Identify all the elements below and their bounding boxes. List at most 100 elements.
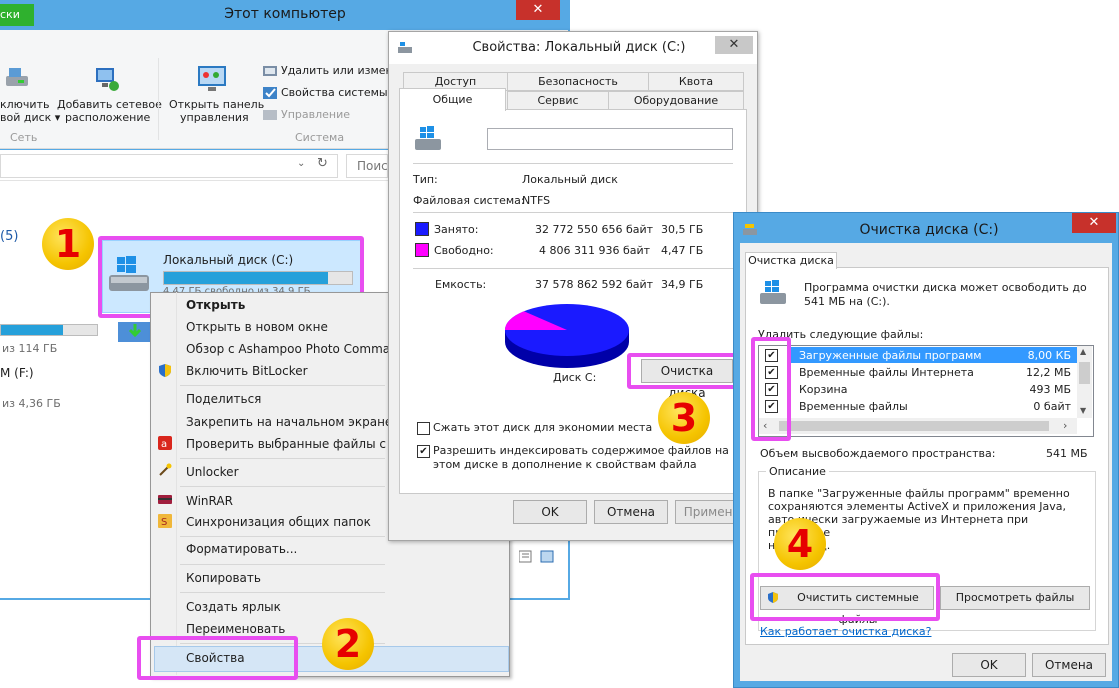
help-link[interactable]: Как работает очистка диска? bbox=[760, 625, 932, 638]
menu-item-winrar[interactable]: WinRAR bbox=[186, 494, 233, 508]
system-properties-icon bbox=[263, 87, 277, 99]
scroll-right-icon[interactable]: › bbox=[1063, 419, 1067, 432]
file-name[interactable]: Загруженные файлы программ bbox=[799, 349, 982, 362]
refresh-icon[interactable]: ↻ bbox=[317, 156, 328, 171]
control-panel-icon bbox=[198, 66, 226, 91]
uninstall-label[interactable]: Удалить или измени bbox=[281, 64, 400, 77]
properties-ok-button[interactable]: OK bbox=[513, 500, 587, 524]
menu-item-create-shortcut[interactable]: Создать ярлык bbox=[186, 600, 281, 614]
open-panel-label-2[interactable]: управления bbox=[180, 111, 249, 124]
free-gb: 4,47 ГБ bbox=[661, 244, 704, 257]
menu-item-ashampoo[interactable]: Обзор с Ashampoo Photo Command bbox=[186, 342, 405, 356]
menu-item-rename[interactable]: Переименовать bbox=[186, 622, 285, 636]
highlight-clean-system-files bbox=[750, 573, 940, 621]
index-checkbox[interactable]: ✔ bbox=[417, 445, 430, 458]
disk-label: Диск C: bbox=[553, 371, 597, 384]
connect-drive-label-2[interactable]: вой диск ▾ bbox=[0, 111, 60, 124]
menu-item-open-new-window[interactable]: Открыть в новом окне bbox=[186, 320, 328, 334]
download-drive-icon bbox=[118, 322, 152, 342]
menu-item-copy[interactable]: Копировать bbox=[186, 571, 261, 585]
explorer-titlebar: ски Этот компьютер ✕ bbox=[0, 0, 570, 30]
used-gb: 30,5 ГБ bbox=[661, 223, 704, 236]
cleanup-intro: Программа очистки диска может освободить… bbox=[804, 281, 1087, 308]
windows-drive-icon bbox=[760, 280, 786, 304]
cleanup-title: Очистка диска (C:) bbox=[859, 222, 999, 238]
menu-item-open[interactable]: Открыть bbox=[186, 298, 245, 312]
group-system-label: Система bbox=[295, 131, 345, 144]
vertical-scrollbar[interactable]: ▲ ▼ bbox=[1077, 346, 1092, 418]
shield-icon bbox=[159, 364, 171, 377]
menu-item-pin-start[interactable]: Закрепить на начальном экране bbox=[186, 415, 392, 429]
type-value: Локальный диск bbox=[522, 173, 618, 186]
scroll-thumb[interactable] bbox=[1079, 362, 1090, 384]
tab-hardware[interactable]: Оборудование bbox=[608, 91, 744, 110]
properties-dialog: Свойства: Локальный диск (C:) ✕ Доступ Б… bbox=[388, 31, 758, 541]
explorer-close-button[interactable]: ✕ bbox=[516, 0, 560, 20]
used-color-swatch bbox=[415, 222, 429, 236]
uninstall-icon bbox=[263, 66, 277, 76]
file-name[interactable]: Временные файлы bbox=[799, 400, 908, 413]
free-color-swatch bbox=[415, 243, 429, 257]
drives-count: (5) bbox=[0, 229, 19, 244]
menu-gutter bbox=[176, 292, 177, 675]
antivirus-icon: a bbox=[158, 436, 172, 450]
tab-security[interactable]: Безопасность bbox=[507, 72, 649, 91]
cleanup-ok-button[interactable]: OK bbox=[952, 653, 1026, 677]
tab-quota[interactable]: Квота bbox=[648, 72, 744, 91]
file-list: ✔ Загруженные файлы программ 8,00 КБ ✔ В… bbox=[758, 345, 1094, 437]
menu-item-share[interactable]: Поделиться bbox=[186, 392, 261, 406]
hscroll-thumb[interactable] bbox=[779, 421, 1049, 431]
drive-label-input[interactable] bbox=[487, 128, 733, 150]
windows-drive-icon bbox=[415, 126, 441, 150]
add-location-label-2[interactable]: расположение bbox=[65, 111, 150, 124]
highlight-checkboxes bbox=[751, 337, 791, 441]
explorer-tab-partial[interactable]: ски bbox=[0, 4, 34, 26]
connect-drive-label[interactable]: ключить bbox=[0, 98, 49, 111]
drive-left-free-2: из 4,36 ГБ bbox=[2, 397, 61, 410]
scroll-down-icon[interactable]: ▼ bbox=[1080, 406, 1086, 415]
address-bar[interactable] bbox=[0, 154, 338, 178]
search-input[interactable]: Поис bbox=[346, 154, 388, 178]
file-size: 12,2 МБ bbox=[1025, 366, 1071, 379]
file-size: 8,00 КБ bbox=[1027, 349, 1071, 362]
tab-disk-cleanup[interactable]: Очистка диска bbox=[745, 252, 837, 269]
view-files-button[interactable]: Просмотреть файлы bbox=[940, 586, 1090, 610]
menu-item-unlocker[interactable]: Unlocker bbox=[186, 465, 239, 479]
file-name[interactable]: Корзина bbox=[799, 383, 847, 396]
properties-cancel-button[interactable]: Отмена bbox=[594, 500, 668, 524]
scroll-up-icon[interactable]: ▲ bbox=[1080, 347, 1086, 356]
horizontal-scrollbar[interactable]: ‹ › bbox=[759, 418, 1077, 434]
menu-item-bitlocker[interactable]: Включить BitLocker bbox=[186, 364, 308, 378]
manage-label[interactable]: Управление bbox=[281, 108, 350, 121]
file-size: 493 МБ bbox=[1029, 383, 1071, 396]
capacity-gb: 34,9 ГБ bbox=[661, 278, 704, 291]
highlight-properties bbox=[137, 636, 298, 680]
tab-service[interactable]: Сервис bbox=[507, 91, 609, 110]
cleanup-cancel-button[interactable]: Отмена bbox=[1032, 653, 1106, 677]
drive-f-name[interactable]: M (F:) bbox=[0, 366, 34, 380]
menu-separator bbox=[180, 385, 385, 386]
properties-title: Свойства: Локальный диск (C:) bbox=[472, 40, 686, 55]
used-bytes: 32 772 550 656 байт bbox=[535, 223, 654, 236]
add-network-location-icon bbox=[96, 68, 119, 91]
step-badge-4: 4 bbox=[774, 518, 826, 570]
menu-separator bbox=[180, 536, 385, 537]
search-placeholder: Поис bbox=[357, 159, 388, 173]
divider bbox=[413, 212, 733, 213]
menu-separator bbox=[180, 486, 385, 487]
properties-close-button[interactable]: ✕ bbox=[715, 36, 753, 54]
menu-item-scan[interactable]: Проверить выбранные файлы с пом bbox=[186, 437, 414, 451]
winrar-icon bbox=[158, 495, 172, 504]
compress-checkbox[interactable] bbox=[417, 422, 430, 435]
menu-item-format[interactable]: Форматировать... bbox=[186, 542, 297, 556]
file-name[interactable]: Временные файлы Интернета bbox=[799, 366, 974, 379]
view-toggle-icons[interactable] bbox=[519, 549, 559, 565]
open-panel-label[interactable]: Открыть панель bbox=[169, 98, 264, 111]
total-space-label: Объем высвобождаемого пространства: bbox=[760, 447, 996, 460]
add-location-label[interactable]: Добавить сетевое bbox=[57, 98, 162, 111]
cleanup-close-button[interactable]: ✕ bbox=[1072, 213, 1116, 233]
menu-item-sync[interactable]: Синхронизация общих папок bbox=[186, 515, 371, 529]
tab-general[interactable]: Общие bbox=[399, 88, 506, 111]
chevron-down-icon[interactable]: ⌄ bbox=[297, 158, 305, 169]
system-properties-label[interactable]: Свойства системы bbox=[281, 86, 388, 99]
